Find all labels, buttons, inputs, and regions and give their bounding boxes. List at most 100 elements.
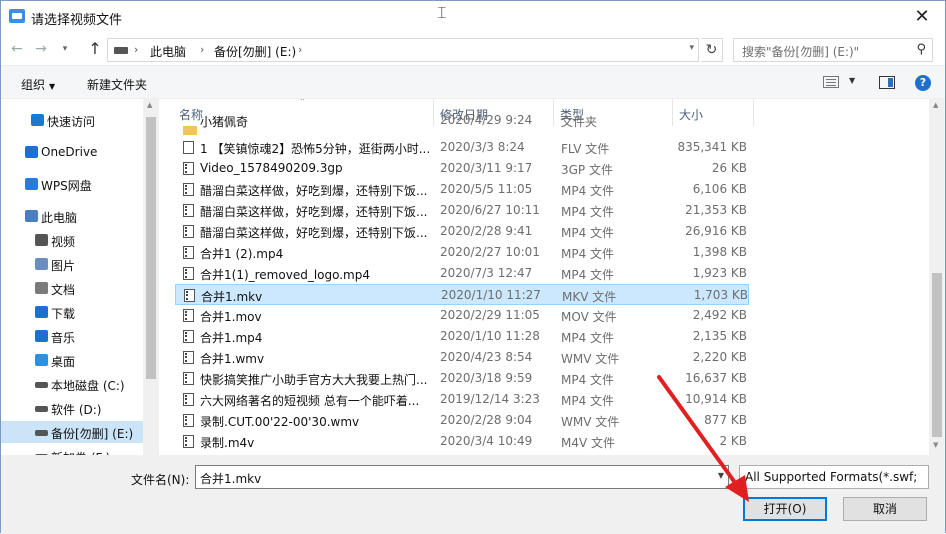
- breadcrumb-this-pc[interactable]: 此电脑: [150, 43, 186, 60]
- file-list: ⌃ 名称 修改日期 类型 大小 小猪佩奇 2020/4/29 9:24 文件夹 1 【…: [159, 99, 929, 455]
- title-bar[interactable]: 请选择视频文件 ⌶ ✕: [1, 1, 945, 33]
- file-row[interactable]: 1 【笑镇惊魂2】恐怖5分钟，逛街两小时... 2020/3/3 8:24 FLV …: [175, 137, 749, 158]
- sidebar-item-label: 备份[勿删] (E:): [51, 427, 134, 441]
- address-bar[interactable]: › 此电脑 › 备份[勿删] (E:) › ▾: [107, 38, 699, 62]
- file-name: 录制.CUT.00'22-00'30.wmv: [200, 415, 360, 429]
- nav-scrollbar[interactable]: ▲: [143, 99, 159, 455]
- view-options-icon[interactable]: [823, 76, 839, 88]
- video-file-icon: [183, 267, 194, 280]
- sidebar-item-label: 图片: [51, 259, 76, 273]
- navigation-pane: 快速访问 OneDrive WPS网盘此电脑视频图片文档 下载 音乐 桌面 本地磁盘 (C:…: [1, 99, 159, 455]
- file-name: 醋溜白菜这样做，好吃到爆，还特别下饭...: [200, 205, 428, 219]
- text-cursor-icon: ⌶: [437, 3, 447, 22]
- sidebar-item[interactable]: 图片: [1, 253, 143, 275]
- file-list-scroll-thumb[interactable]: [932, 273, 942, 437]
- search-input[interactable]: 搜索"备份[勿删] (E:)" ⚲: [733, 38, 933, 62]
- file-size: 16,637 KB: [685, 371, 747, 385]
- file-date: 2020/3/11 9:17: [440, 161, 533, 175]
- scroll-up-icon[interactable]: ▲: [933, 101, 938, 109]
- sidebar-item[interactable]: 软件 (D:): [1, 397, 143, 419]
- file-row[interactable]: 快影搞笑推广小助手官方大大我要上热门... 2020/3/18 9:59 MP4 文…: [175, 368, 749, 389]
- new-folder-button[interactable]: 新建文件夹: [87, 76, 147, 93]
- file-date: 2020/6/27 10:11: [440, 203, 540, 217]
- file-row[interactable]: 醋溜白菜这样做，好吃到爆，还特别下饭... 2020/6/27 10:11 MP4 …: [175, 200, 749, 221]
- file-row[interactable]: 合并1 (2).mp4 2020/2/27 10:01 MP4 文件 1,398 KB: [175, 242, 749, 263]
- filename-input[interactable]: 合并1.mkv ▼: [195, 465, 729, 489]
- file-row[interactable]: 醋溜白菜这样做，好吃到爆，还特别下饭... 2020/5/5 11:05 MP4 文…: [175, 179, 749, 200]
- cloud-icon: [25, 146, 38, 158]
- chevron-down-icon[interactable]: ▼: [718, 471, 724, 480]
- scroll-up-icon[interactable]: ▲: [147, 101, 152, 109]
- sidebar-item[interactable]: 新加卷 (F:): [1, 445, 143, 455]
- sidebar-item-label: 此电脑: [41, 211, 78, 225]
- file-date: 2019/12/14 3:23: [440, 392, 540, 406]
- star-icon: [31, 114, 44, 126]
- filename-value: 合并1.mkv: [200, 472, 262, 486]
- sidebar-item[interactable]: 文档: [1, 277, 143, 299]
- app-icon: [9, 9, 25, 23]
- file-size: 21,353 KB: [685, 203, 747, 217]
- video-file-icon: [183, 435, 194, 448]
- refresh-button[interactable]: ↻: [701, 38, 723, 62]
- chevron-down-icon[interactable]: ▾: [689, 43, 694, 53]
- cancel-button[interactable]: 取消: [843, 497, 927, 521]
- organize-menu[interactable]: 组织 ▼: [21, 76, 55, 93]
- video-file-icon: [183, 309, 194, 322]
- file-icon: [183, 141, 194, 154]
- file-row[interactable]: 合并1.mp4 2020/1/10 11:28 MP4 文件 2,135 KB: [175, 326, 749, 347]
- scroll-down-icon[interactable]: ▼: [933, 441, 938, 449]
- sidebar-item[interactable]: 视频: [1, 229, 143, 251]
- file-name: 合并1 (2).mp4: [200, 247, 284, 261]
- file-name: Video_1578490209.3gp: [200, 161, 343, 175]
- file-list-scrollbar[interactable]: ▲ ▼: [929, 99, 945, 455]
- file-row[interactable]: 合并1.mov 2020/2/29 11:05 MOV 文件 2,492 KB: [175, 305, 749, 326]
- preview-pane-icon[interactable]: [879, 76, 895, 89]
- sidebar-item[interactable]: 备份[勿删] (E:): [1, 421, 143, 443]
- sidebar-item[interactable]: 本地磁盘 (C:): [1, 373, 143, 395]
- chevron-right-icon[interactable]: ›: [298, 43, 302, 56]
- close-button[interactable]: ✕: [899, 1, 945, 33]
- sidebar-item[interactable]: WPS网盘: [1, 173, 143, 195]
- file-date: 2020/7/3 12:47: [440, 266, 533, 280]
- file-type-select[interactable]: All Supported Formats(*.swf;: [739, 465, 929, 489]
- sidebar-item[interactable]: 下载: [1, 301, 143, 323]
- sidebar-item[interactable]: 此电脑: [1, 205, 143, 227]
- up-arrow-icon[interactable]: ↑: [85, 39, 105, 59]
- sidebar-item[interactable]: 桌面: [1, 349, 143, 371]
- file-row[interactable]: 录制.CUT.00'22-00'30.wmv 2020/2/28 9:04 WMV …: [175, 410, 749, 431]
- file-name: 小猪佩奇: [200, 115, 249, 129]
- picture-icon: [35, 258, 48, 270]
- file-row[interactable]: 合并1(1)_removed_logo.mp4 2020/7/3 12:47 MP4…: [175, 263, 749, 284]
- video-file-icon: [183, 414, 194, 427]
- sidebar-item-label: OneDrive: [41, 145, 98, 159]
- file-row[interactable]: 合并1.mkv 2020/1/10 11:27 MKV 文件 1,703 KB: [175, 284, 749, 305]
- file-row[interactable]: 合并1.wmv 2020/4/23 8:54 WMV 文件 2,220 KB: [175, 347, 749, 368]
- column-divider[interactable]: [753, 99, 754, 126]
- nav-scroll-thumb[interactable]: [146, 117, 156, 379]
- file-row[interactable]: 醋溜白菜这样做，好吃到爆，还特别下饭... 2020/2/28 9:41 MP4 文…: [175, 221, 749, 242]
- file-size: 26 KB: [711, 161, 747, 175]
- chevron-right-icon[interactable]: ›: [200, 43, 204, 56]
- forward-arrow-icon[interactable]: →: [31, 39, 51, 59]
- video-file-icon: [183, 393, 194, 406]
- file-row[interactable]: 小猪佩奇 2020/4/29 9:24 文件夹: [175, 113, 749, 135]
- back-arrow-icon[interactable]: ←: [7, 39, 27, 59]
- sidebar-item[interactable]: OneDrive: [1, 141, 143, 163]
- file-row[interactable]: Video_1578490209.3gp 2020/3/11 9:17 3GP 文件…: [175, 158, 749, 179]
- open-button[interactable]: 打开(O): [743, 497, 827, 521]
- breadcrumb-drive-e[interactable]: 备份[勿删] (E:): [214, 43, 296, 60]
- sidebar-item[interactable]: 快速访问: [1, 109, 143, 131]
- file-name: 快影搞笑推广小助手官方大大我要上热门...: [200, 373, 428, 387]
- file-row[interactable]: 六大网络著名的短视频 总有一个能吓着... 2019/12/14 3:23 MP4 …: [175, 389, 749, 410]
- file-size: 2,135 KB: [692, 329, 747, 343]
- sidebar-item-label: 软件 (D:): [51, 403, 102, 417]
- help-icon[interactable]: ?: [915, 75, 931, 91]
- command-bar: 组织 ▼ 新建文件夹 ▼ ?: [1, 65, 945, 99]
- video-file-icon: [183, 225, 194, 238]
- chevron-right-icon[interactable]: ›: [134, 43, 138, 56]
- file-row[interactable]: 录制.m4v 2020/3/4 10:49 M4V 文件 2 KB: [175, 431, 749, 452]
- history-chevron-icon[interactable]: ▾: [55, 39, 75, 59]
- download-icon: [35, 306, 48, 318]
- chevron-down-icon[interactable]: ▼: [849, 76, 855, 85]
- sidebar-item[interactable]: 音乐: [1, 325, 143, 347]
